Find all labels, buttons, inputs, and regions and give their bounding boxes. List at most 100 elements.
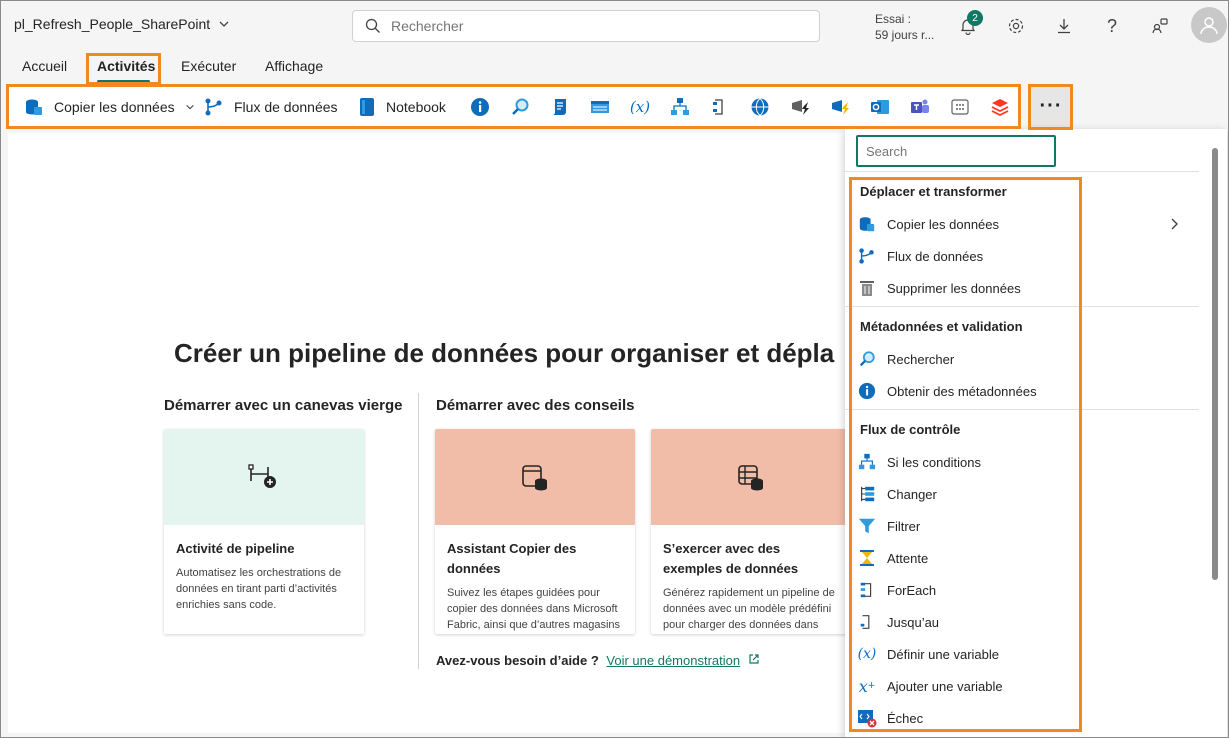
chevron-right-icon <box>1171 218 1178 230</box>
stored-procedure-activity-button[interactable] <box>589 96 611 118</box>
teams-activity-button[interactable] <box>909 96 931 118</box>
pipeline-name-dropdown[interactable]: pl_Refresh_People_SharePoint <box>14 16 230 32</box>
script-activity-button[interactable] <box>549 96 571 118</box>
until-icon <box>857 612 877 632</box>
webhook-icon <box>792 100 809 115</box>
panel-item-foreach[interactable]: ForEach <box>857 576 1187 604</box>
user-icon <box>1200 17 1218 35</box>
panel-item-get-metadata[interactable]: Obtenir des métadonnées <box>857 377 1187 405</box>
databricks-activity-button[interactable] <box>989 96 1011 118</box>
if-condition-activity-button[interactable] <box>669 96 691 118</box>
hourglass-icon <box>857 548 877 568</box>
card-description: Générez rapidement un pipeline de donnée… <box>663 587 835 631</box>
web-activity-button[interactable] <box>749 96 771 118</box>
settings-button[interactable] <box>1000 10 1032 42</box>
panel-item-dataflow[interactable]: Flux de données <box>857 242 1187 270</box>
databricks-icon <box>991 99 1009 117</box>
tab-run[interactable]: Exécuter <box>181 58 236 74</box>
share-people-icon <box>1152 18 1168 34</box>
card-description: Automatisez les orchestrations de donnée… <box>176 567 342 611</box>
title-bar: pl_Refresh_People_SharePoint Essai : 59 … <box>0 0 1229 50</box>
info-icon <box>857 381 877 401</box>
script-icon <box>553 99 566 115</box>
panel-item-label: Obtenir des métadonnées <box>887 383 1037 399</box>
help-button[interactable]: ? <box>1096 10 1128 42</box>
trial-status[interactable]: Essai : 59 jours r... <box>875 11 934 43</box>
panel-divider <box>845 306 1199 307</box>
dataflow-icon <box>205 98 222 115</box>
panel-item-set-variable[interactable]: (x) Définir une variable <box>857 640 1187 668</box>
webhook-activity-button[interactable] <box>789 96 811 118</box>
download-button[interactable] <box>1048 10 1080 42</box>
activities-ribbon: Copier les données Flux de données Noteb… <box>8 86 1020 127</box>
card-title: S’exercer avec des exemples de données <box>663 541 799 576</box>
global-search[interactable] <box>352 10 820 42</box>
panel-item-label: Échec <box>887 710 924 726</box>
info-icon <box>471 98 489 116</box>
pipeline-activity-card[interactable]: Activité de pipeline Automatisez les orc… <box>164 429 364 634</box>
panel-item-label: Copier les données <box>887 216 1000 232</box>
card-illustration <box>435 429 635 525</box>
panel-scrollbar[interactable] <box>1212 148 1218 580</box>
panel-item-copy-data[interactable]: Copier les données <box>857 210 1187 238</box>
get-metadata-activity-button[interactable] <box>469 96 491 118</box>
lookup-activity-button[interactable] <box>509 96 531 118</box>
panel-item-label: Ajouter une variable <box>887 678 1003 694</box>
group-title-control-flow: Flux de contrôle <box>860 422 961 437</box>
search-icon <box>365 18 380 33</box>
section-divider <box>418 393 419 669</box>
tab-home[interactable]: Accueil <box>22 58 67 74</box>
copy-data-assistant-card[interactable]: Assistant Copier des données Suivez les … <box>435 429 635 634</box>
copy-assistant-icon <box>522 465 547 491</box>
panel-item-wait[interactable]: Attente <box>857 544 1187 572</box>
help-line: Avez-vous besoin d’aide ? Voir une démon… <box>436 653 760 668</box>
card-title: Assistant Copier des données <box>447 541 577 576</box>
if-condition-icon <box>857 452 877 472</box>
feedback-button[interactable] <box>1144 10 1176 42</box>
copy-data-label: Copier les données <box>54 98 175 115</box>
notebook-button[interactable]: Notebook <box>358 86 446 127</box>
pipeline-add-icon <box>248 464 276 488</box>
demo-link[interactable]: Voir une démonstration <box>606 653 740 668</box>
switch-icon <box>857 484 877 504</box>
panel-item-label: Filtrer <box>887 518 921 534</box>
set-variable-activity-button[interactable]: (x) <box>629 96 651 118</box>
panel-item-switch[interactable]: Changer <box>857 480 1187 508</box>
globe-icon <box>751 98 769 116</box>
panel-item-filter[interactable]: Filtrer <box>857 512 1187 540</box>
card-illustration <box>651 429 851 525</box>
dataset-activity-button[interactable] <box>949 96 971 118</box>
dataflow-icon <box>857 246 877 266</box>
dataflow-button[interactable]: Flux de données <box>204 86 338 127</box>
help-question: Avez-vous besoin d’aide ? <box>436 653 599 668</box>
more-activities-button[interactable]: ··· <box>1030 86 1072 127</box>
sample-table-icon <box>738 465 763 491</box>
panel-search-input[interactable] <box>856 135 1056 167</box>
function-icon <box>832 100 849 115</box>
copy-data-button[interactable]: Copier les données <box>24 86 195 127</box>
sample-data-card[interactable]: S’exercer avec des exemples de données G… <box>651 429 851 634</box>
foreach-icon <box>857 580 877 600</box>
search-input[interactable] <box>389 17 789 35</box>
panel-item-label: Supprimer les données <box>887 280 1021 296</box>
tab-activities[interactable]: Activités <box>97 58 155 74</box>
azure-function-activity-button[interactable] <box>829 96 851 118</box>
filter-icon <box>857 516 877 536</box>
avatar[interactable] <box>1191 7 1227 43</box>
until-activity-button[interactable] <box>709 96 731 118</box>
outlook-activity-button[interactable] <box>869 96 891 118</box>
append-variable-icon: x + <box>858 676 876 696</box>
panel-item-lookup[interactable]: Rechercher <box>857 345 1187 373</box>
tab-view[interactable]: Affichage <box>265 58 323 74</box>
panel-item-label: ForEach <box>887 582 937 598</box>
panel-item-delete-data[interactable]: Supprimer les données <box>857 274 1187 302</box>
copy-data-icon <box>857 214 877 234</box>
group-title-metadata-validation: Métadonnées et validation <box>860 319 1023 334</box>
panel-divider <box>845 409 1199 410</box>
panel-item-until[interactable]: Jusqu’au <box>857 608 1187 636</box>
panel-item-append-variable[interactable]: x + Ajouter une variable <box>857 672 1187 700</box>
notifications-button[interactable]: 2 <box>952 10 984 42</box>
panel-item-if-condition[interactable]: Si les conditions <box>857 448 1187 476</box>
panel-item-fail[interactable]: Échec <box>857 704 1187 732</box>
ribbon-tabs: Accueil Activités Exécuter Affichage <box>0 50 1229 86</box>
